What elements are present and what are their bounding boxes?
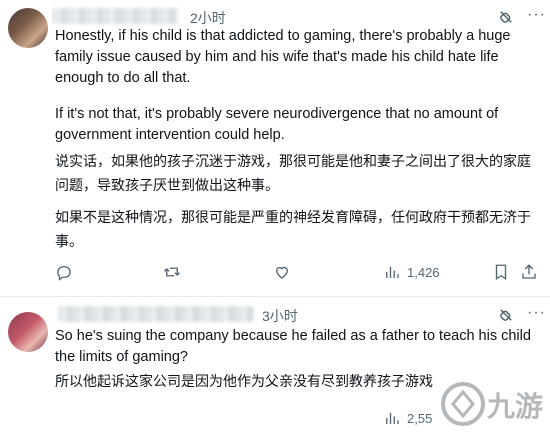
like-icon	[276, 266, 288, 279]
watermark-text: 九游	[487, 390, 543, 423]
share-icon	[522, 264, 536, 279]
views-count: 1,426	[407, 264, 440, 280]
views-icon	[386, 266, 399, 278]
post-text-en-2: If it's not that, it's probably severe n…	[55, 106, 499, 143]
more-icon[interactable]: ···	[527, 7, 547, 26]
post-timestamp[interactable]: 2小时	[190, 8, 226, 28]
reply-icon	[57, 266, 71, 281]
post-text-en-1: Honestly, if his child is that addicted …	[55, 28, 511, 86]
blurred-username[interactable]	[52, 8, 178, 24]
reply-button[interactable]	[55, 262, 73, 282]
repost-button[interactable]	[163, 262, 181, 282]
post-text-en-1: So he's suing the company because he fai…	[55, 328, 531, 365]
post-text-zh-2: 如果不是这种情况，那很可能是严重的神经发育障碍，任何政府干预都无济于事。	[55, 210, 531, 250]
bookmark-button[interactable]	[492, 262, 510, 282]
views-count: 2,55	[407, 410, 433, 426]
grok-icon[interactable]	[497, 306, 515, 324]
views-button[interactable]: 1,426	[383, 262, 440, 282]
views-button[interactable]: 2,55	[383, 408, 432, 428]
grok-icon[interactable]	[497, 8, 515, 26]
watermark-logo: 九游	[441, 382, 543, 426]
share-button[interactable]	[520, 262, 538, 282]
post-divider	[0, 296, 550, 297]
repost-icon	[164, 267, 180, 277]
more-icon[interactable]: ···	[527, 305, 547, 324]
post-text-zh-1: 说实话，如果他的孩子沉迷于游戏，那很可能是他和妻子之间出了很大的家庭问题，导致孩…	[55, 154, 531, 194]
post-timestamp[interactable]: 3小时	[262, 306, 298, 326]
bookmark-icon	[495, 264, 507, 281]
like-button[interactable]	[273, 262, 291, 282]
reply-post[interactable]: 2小时 ··· Honestly, if his child is that a…	[0, 0, 550, 297]
blurred-username[interactable]	[58, 306, 254, 322]
avatar[interactable]	[8, 8, 48, 48]
action-bar: 1,426	[55, 262, 538, 282]
avatar[interactable]	[8, 312, 48, 352]
views-icon	[386, 412, 399, 424]
